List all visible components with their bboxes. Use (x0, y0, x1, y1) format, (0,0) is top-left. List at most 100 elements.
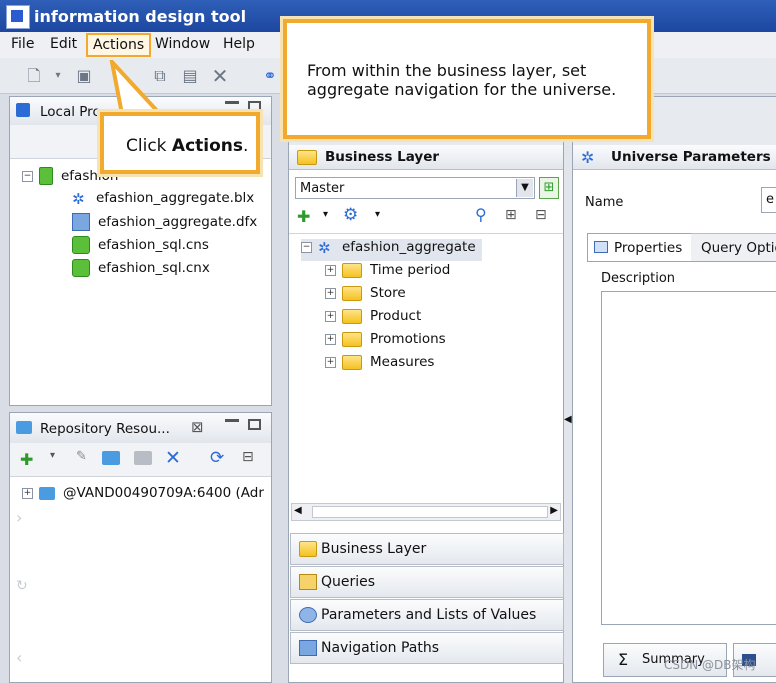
name-label: Name (585, 195, 624, 210)
disconnect-icon[interactable] (134, 451, 152, 465)
menu-window[interactable]: Window (155, 36, 210, 52)
window-title: information design tool (34, 7, 247, 26)
repository-toolbar: ✚ ▾ ✎ ✕ ⟳ ⊟ (10, 443, 271, 477)
tree-folder[interactable]: + Store (325, 285, 406, 307)
wrench-icon[interactable]: ⚙ (343, 205, 358, 225)
folder-label: Promotions (370, 331, 446, 347)
callout-click-actions-text: Click Actions. (126, 136, 249, 156)
tab-label: Query Optio (701, 240, 776, 256)
nav-business-layer[interactable]: Business Layer (290, 533, 564, 565)
collapse-all-icon[interactable]: ⊟ (535, 207, 547, 223)
local-projects-title[interactable]: Local Pro (40, 104, 101, 120)
insert-icon[interactable]: ✚ (297, 207, 310, 226)
search-icon[interactable]: ⚲ (475, 205, 487, 224)
tree-file-blx[interactable]: ✲ efashion_aggregate.blx (72, 190, 254, 212)
add-icon[interactable]: ✚ (20, 450, 33, 469)
description-field[interactable] (601, 291, 776, 625)
folder-icon (342, 331, 362, 347)
business-layer-icon: ✲ (72, 190, 85, 208)
maximize-icon[interactable] (248, 101, 261, 112)
tree-file-cnx[interactable]: efashion_sql.cnx (72, 259, 210, 281)
universe-icon: ✲ (581, 148, 595, 167)
scroll-left-icon[interactable]: ◀ (294, 505, 302, 516)
new-icon[interactable]: 🗋 (24, 66, 44, 86)
nav-queries[interactable]: Queries (290, 566, 564, 598)
universe-parameters-panel: ✲ Universe Parameters Name e Properties … (572, 96, 776, 683)
tree-folder[interactable]: + Promotions (325, 331, 446, 353)
folder-icon (297, 150, 317, 165)
expand-all-icon[interactable]: ⊞ (505, 207, 517, 223)
connect-icon[interactable] (102, 451, 120, 465)
expand-icon[interactable]: + (22, 487, 33, 499)
folder-label: Store (370, 285, 406, 301)
expand-icon[interactable]: + (325, 356, 336, 368)
chevron-down-icon[interactable]: ▼ (516, 179, 533, 197)
collapse-icon[interactable]: − (22, 170, 33, 182)
project-icon (39, 167, 53, 185)
folder-label: Product (370, 308, 422, 324)
tree-folder[interactable]: + Product (325, 308, 421, 330)
tree-universe-root[interactable]: − ✲ efashion_aggregate (301, 239, 482, 261)
nav-label: Navigation Paths (321, 640, 440, 656)
edit-icon[interactable]: ✎ (76, 449, 87, 464)
business-layer-icon: ✲ (318, 239, 331, 257)
tree-file-cns[interactable]: efashion_sql.cns (72, 236, 209, 258)
tab-query-options[interactable]: Query Optio (691, 233, 776, 262)
horizontal-scrollbar[interactable]: ◀ ▶ (291, 503, 561, 521)
save-icon[interactable]: ▣ (74, 66, 94, 86)
params-tabs: Properties Query Optio (587, 233, 776, 262)
description-label: Description (601, 271, 676, 286)
edit-views-icon[interactable]: ⊞ (539, 177, 559, 199)
properties-icon (594, 241, 608, 253)
menu-actions[interactable]: Actions (86, 33, 152, 57)
sash-arrow-icon[interactable]: ◀ (564, 414, 572, 425)
minimize-icon[interactable] (225, 101, 239, 104)
tree-folder[interactable]: + Time period (325, 262, 450, 284)
menu-file[interactable]: File (11, 36, 34, 52)
expand-icon[interactable]: + (325, 264, 336, 276)
expand-icon[interactable]: + (325, 310, 336, 322)
server-icon (39, 486, 55, 500)
refresh-icon[interactable]: ⟳ (210, 448, 224, 468)
expand-icon[interactable]: + (325, 333, 336, 345)
repository-icon (16, 421, 32, 434)
business-layer-title: Business Layer (325, 149, 440, 165)
divider (289, 233, 563, 234)
chevron-left-icon: ‹ (16, 648, 23, 667)
close-icon[interactable]: ⊠ (191, 418, 204, 436)
expand-icon[interactable]: + (325, 287, 336, 299)
tree-folder[interactable]: + Measures (325, 354, 434, 376)
universe-params-header: ✲ Universe Parameters (573, 145, 776, 170)
link-icon[interactable]: ⚭ (260, 66, 280, 86)
repository-title[interactable]: Repository Resou... (40, 421, 170, 437)
remove-icon[interactable]: ✕ (165, 447, 181, 469)
scroll-right-icon[interactable]: ▶ (550, 505, 558, 516)
menu-help[interactable]: Help (223, 36, 255, 52)
view-select[interactable]: Master ▼ (295, 177, 535, 199)
menu-edit[interactable]: Edit (50, 36, 77, 52)
queries-icon (299, 574, 317, 590)
tree-file-dfx[interactable]: efashion_aggregate.dfx (72, 213, 257, 235)
nav-navigation-paths[interactable]: Navigation Paths (290, 632, 564, 664)
panel-sash[interactable]: ◀ (564, 96, 572, 683)
scroll-thumb[interactable] (312, 506, 548, 518)
tab-properties[interactable]: Properties (587, 233, 693, 262)
collapse-all-icon[interactable]: ⊟ (242, 449, 254, 465)
minimize-icon[interactable] (225, 419, 239, 422)
app-icon (6, 5, 30, 29)
nav-parameters-lov[interactable]: Parameters and Lists of Values (290, 599, 564, 631)
maximize-icon[interactable] (248, 419, 261, 430)
projects-icon (16, 103, 30, 117)
add-dropdown-icon[interactable]: ▾ (50, 450, 55, 461)
tree-repository-server[interactable]: + @VAND00490709A:6400 (Adr (22, 485, 264, 507)
repository-panel: Repository Resou... ⊠ ✚ ▾ ✎ ✕ ⟳ ⊟ + @VAND… (9, 412, 272, 683)
replay-icon: ↻ (16, 578, 28, 594)
wrench-dropdown-icon[interactable]: ▾ (375, 209, 380, 220)
collapse-icon[interactable]: − (301, 241, 312, 253)
universe-root-label: efashion_aggregate (342, 239, 476, 255)
new-dropdown-icon[interactable]: ▾ (48, 66, 68, 86)
name-field[interactable]: e (761, 187, 776, 213)
insert-dropdown-icon[interactable]: ▾ (323, 209, 328, 220)
file-label: efashion_aggregate.dfx (98, 214, 258, 230)
universe-params-title: Universe Parameters (611, 149, 771, 165)
